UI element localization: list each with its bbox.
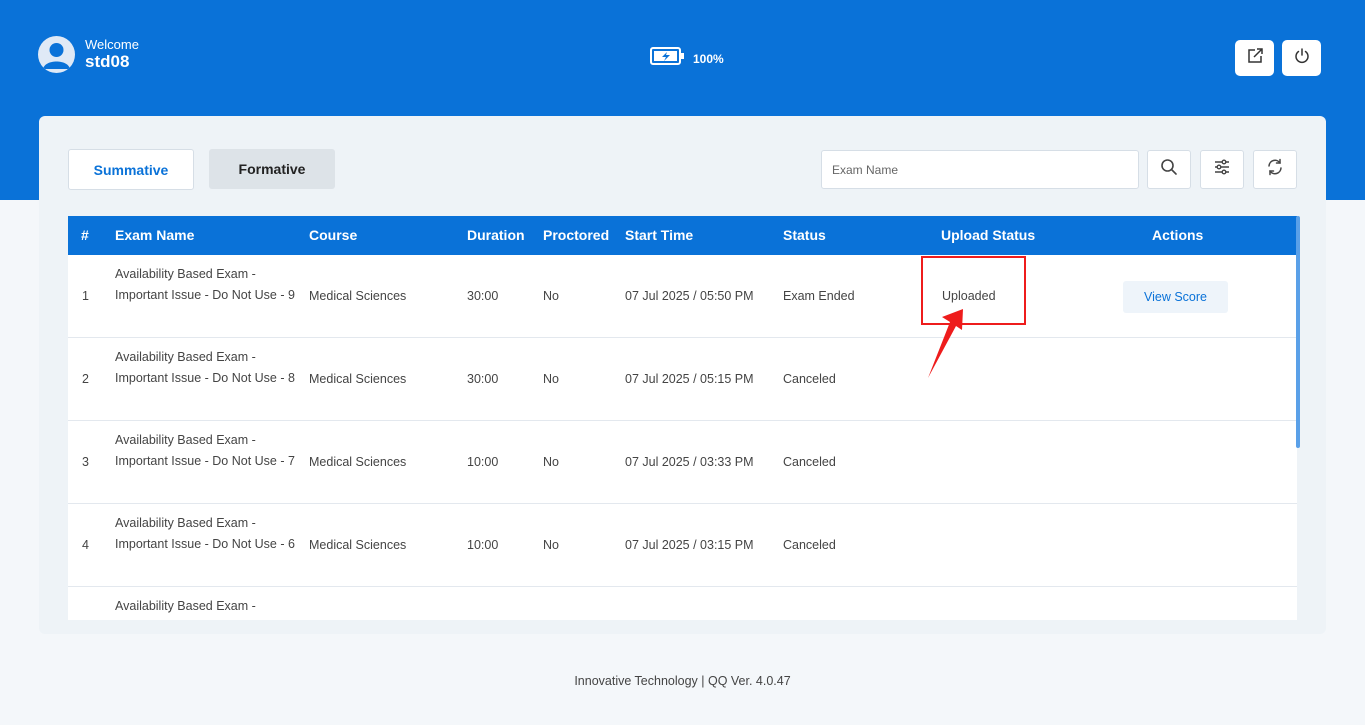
filter-sliders-icon <box>1213 158 1231 181</box>
footer-version: Innovative Technology | QQ Ver. 4.0.47 <box>574 674 791 688</box>
row-number: 1 <box>82 289 89 303</box>
exam-name-search-input[interactable] <box>821 150 1139 189</box>
exam-table: # Exam Name Course Duration Proctored St… <box>68 216 1297 620</box>
refresh-icon <box>1266 158 1284 181</box>
table-header: # Exam Name Course Duration Proctored St… <box>68 216 1297 255</box>
table-row: Availability Based Exam - <box>68 587 1297 620</box>
user-avatar-icon <box>38 36 75 73</box>
table-row: 3 Availability Based Exam - Important Is… <box>68 421 1297 504</box>
col-upload-status: Upload Status <box>941 227 1036 243</box>
col-number: # <box>81 227 89 243</box>
row-status: Exam Ended <box>783 289 855 303</box>
table-row: 2 Availability Based Exam - Important Is… <box>68 338 1297 421</box>
exam-list-card: Summative Formative Exam Name # Exam Nam… <box>39 116 1326 634</box>
row-number: 4 <box>82 538 89 552</box>
row-proctored: No <box>543 455 559 469</box>
col-status: Status <box>783 227 826 243</box>
filter-button[interactable] <box>1200 150 1244 189</box>
external-link-icon <box>1246 47 1264 70</box>
col-actions: Actions <box>1152 227 1204 243</box>
col-proctored: Proctored <box>543 227 610 243</box>
row-proctored: No <box>543 538 559 552</box>
tab-summative[interactable]: Summative <box>68 149 194 190</box>
row-exam-name: Availability Based Exam - <box>115 599 256 613</box>
row-start-time: 07 Jul 2025 / 03:33 PM <box>625 455 754 469</box>
username: std08 <box>85 52 130 71</box>
row-course: Medical Sciences <box>309 372 407 386</box>
refresh-button[interactable] <box>1253 150 1297 189</box>
table-scrollbar[interactable] <box>1296 216 1300 448</box>
col-duration: Duration <box>467 227 525 243</box>
table-row: 4 Availability Based Exam - Important Is… <box>68 504 1297 587</box>
user-info: Welcome std08 <box>38 36 139 73</box>
row-course: Medical Sciences <box>309 289 407 303</box>
row-status: Canceled <box>783 538 836 552</box>
row-duration: 10:00 <box>467 455 499 469</box>
row-exam-name: Availability Based Exam - Important Issu… <box>115 433 295 468</box>
row-start-time: 07 Jul 2025 / 03:15 PM <box>625 538 754 552</box>
search-icon <box>1160 158 1178 181</box>
row-status: Canceled <box>783 455 836 469</box>
row-exam-name: Availability Based Exam - Important Issu… <box>115 516 295 551</box>
power-button[interactable] <box>1282 40 1321 76</box>
col-exam-name: Exam Name <box>115 227 195 243</box>
welcome-label: Welcome <box>85 37 139 52</box>
row-start-time: 07 Jul 2025 / 05:15 PM <box>625 372 754 386</box>
battery-charging-icon <box>650 47 685 70</box>
annotation-arrow-icon <box>920 305 970 385</box>
row-exam-name: Availability Based Exam - Important Issu… <box>115 267 295 302</box>
tab-formative[interactable]: Formative <box>209 149 335 189</box>
search-button[interactable] <box>1147 150 1191 189</box>
row-start-time: 07 Jul 2025 / 05:50 PM <box>625 289 754 303</box>
row-duration: 10:00 <box>467 538 499 552</box>
battery-level: 100% <box>693 51 724 66</box>
power-icon <box>1293 47 1311 70</box>
row-duration: 30:00 <box>467 289 499 303</box>
row-proctored: No <box>543 289 559 303</box>
row-number: 3 <box>82 455 89 469</box>
open-external-button[interactable] <box>1235 40 1274 76</box>
battery-status: 100% <box>650 47 724 70</box>
row-course: Medical Sciences <box>309 455 407 469</box>
row-number: 2 <box>82 372 89 386</box>
col-start-time: Start Time <box>625 227 694 243</box>
table-row: 1 Availability Based Exam - Important Is… <box>68 255 1297 338</box>
row-duration: 30:00 <box>467 372 499 386</box>
col-course: Course <box>309 227 358 243</box>
row-status: Canceled <box>783 372 836 386</box>
row-proctored: No <box>543 372 559 386</box>
view-score-button[interactable]: View Score <box>1123 281 1228 313</box>
row-exam-name: Availability Based Exam - Important Issu… <box>115 350 295 385</box>
row-course: Medical Sciences <box>309 538 407 552</box>
